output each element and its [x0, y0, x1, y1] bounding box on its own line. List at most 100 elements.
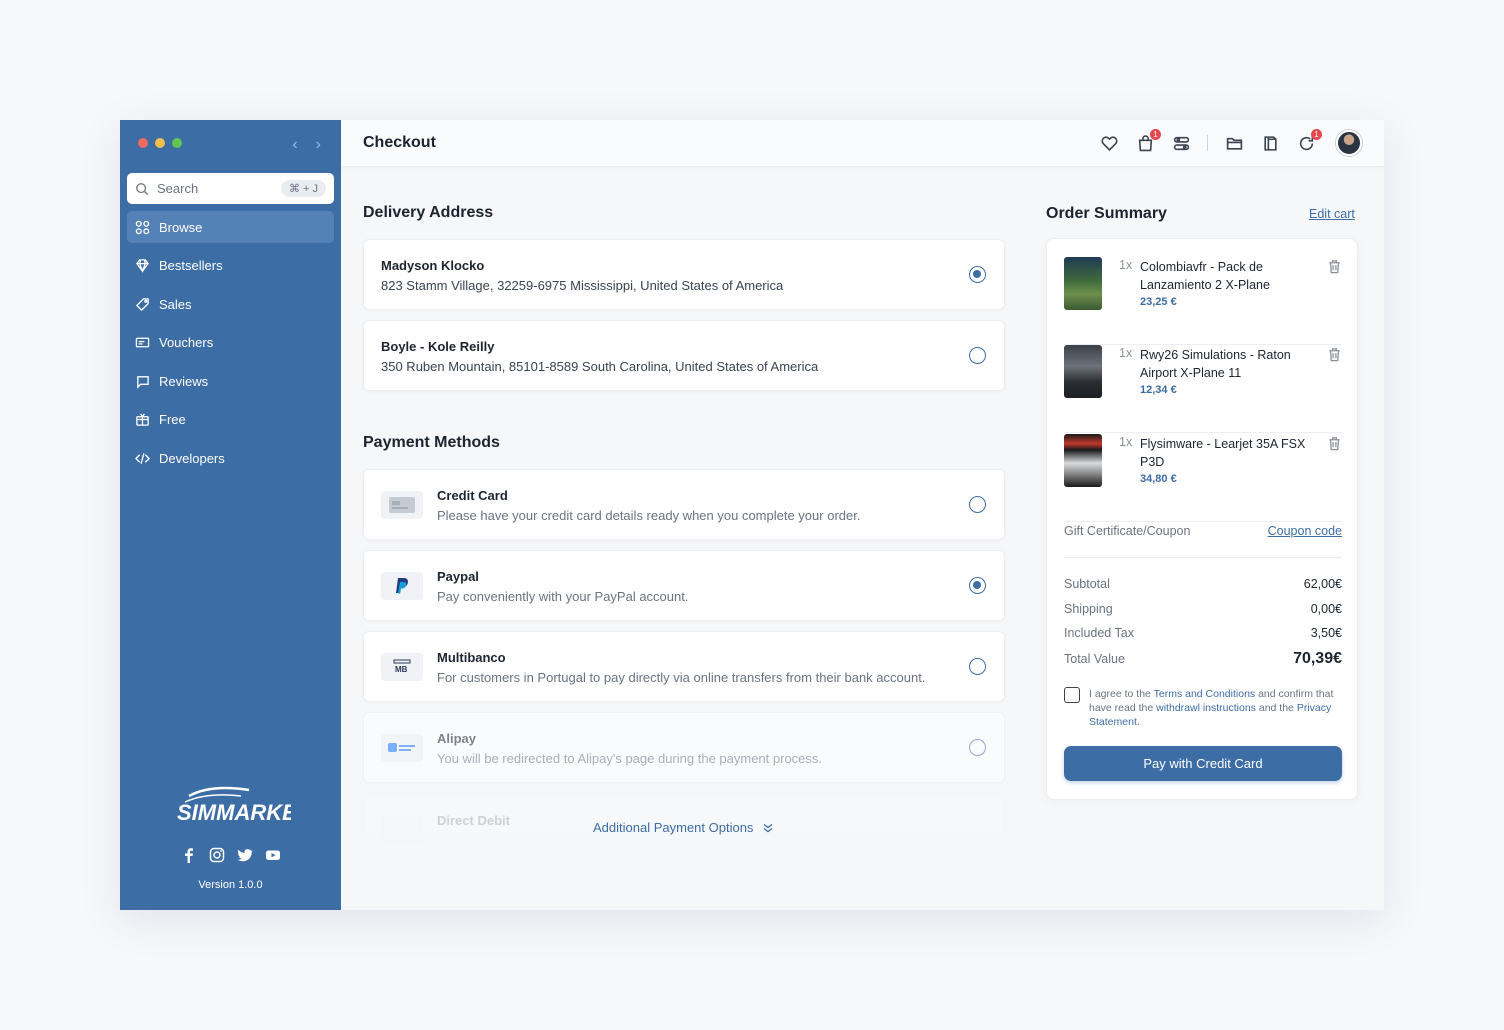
payment-option-multibanco[interactable]: MB Multibanco For customers in Portugal …: [363, 631, 1005, 702]
grid-icon: [135, 220, 150, 234]
terms-link[interactable]: Terms and Conditions: [1154, 688, 1256, 700]
additional-payment-options-button[interactable]: Additional Payment Options: [593, 820, 773, 835]
twitter-icon[interactable]: [237, 847, 253, 863]
code-icon: [135, 453, 150, 464]
coupon-label: Gift Certificate/Coupon: [1064, 524, 1191, 538]
updates-button[interactable]: 1: [1296, 129, 1322, 153]
back-arrow-icon[interactable]: ‹: [292, 136, 297, 154]
payment-radio[interactable]: [969, 658, 986, 675]
address-option[interactable]: Boyle - Kole Reilly 350 Ruben Mountain, …: [363, 320, 1005, 391]
payment-title: Alipay: [437, 731, 477, 746]
wishlist-button[interactable]: [1099, 133, 1119, 153]
address-name: Boyle - Kole Reilly: [381, 339, 495, 354]
order-summary-title: Order Summary: [1046, 205, 1167, 222]
sidebar-item-vouchers[interactable]: Vouchers: [127, 327, 334, 359]
top-bar: Checkout 1 1: [341, 120, 1384, 167]
youtube-icon[interactable]: [265, 847, 281, 863]
terms-text-part: .: [1136, 716, 1140, 728]
subtotal-row: Subtotal 62,00€: [1064, 577, 1342, 591]
remove-item-button[interactable]: [1327, 436, 1342, 456]
forward-arrow-icon[interactable]: ›: [316, 136, 321, 154]
sidebar-nav: Browse Bestsellers Sales Vouchers Review…: [127, 211, 334, 481]
product-thumbnail[interactable]: [1064, 257, 1102, 310]
tax-value: 3,50€: [1310, 626, 1342, 640]
item-quantity: 1x: [1119, 346, 1133, 360]
withdrawal-link[interactable]: withdrawl instructions: [1156, 702, 1256, 714]
close-window-button[interactable]: [138, 138, 148, 148]
wallet-icon: [1263, 135, 1277, 151]
payment-option-alipay[interactable]: Alipay You will be redirected to Alipay'…: [363, 712, 1005, 783]
cart-item: 1x Rwy26 Simulations - Raton Airport X-P…: [1064, 345, 1342, 433]
payment-radio[interactable]: [969, 739, 986, 756]
coupon-code-link[interactable]: Coupon code: [1268, 524, 1342, 538]
search-shortcut: ⌘ + J: [280, 180, 326, 197]
updates-badge: 1: [1311, 129, 1322, 140]
item-name[interactable]: Colombiavfr - Pack de Lanzamiento 2 X-Pl…: [1140, 258, 1315, 294]
payment-radio-selected[interactable]: [969, 577, 986, 594]
search-input[interactable]: Search ⌘ + J: [127, 173, 334, 204]
edit-cart-link[interactable]: Edit cart: [1309, 207, 1355, 221]
settings-button[interactable]: [1171, 133, 1191, 153]
bank-icon: [381, 816, 423, 844]
terms-agreement: I agree to the Terms and Conditions and …: [1064, 687, 1342, 729]
payment-title: Paypal: [437, 569, 479, 584]
trash-icon: [1329, 348, 1340, 362]
sidebar: ‹ › Search ⌘ + J Browse Bestsellers Sale…: [120, 120, 341, 910]
address-radio[interactable]: [969, 347, 986, 364]
item-price: 34,80 €: [1140, 473, 1177, 485]
voucher-icon: [135, 337, 150, 348]
address-option[interactable]: Madyson Klocko 823 Stamm Village, 32259-…: [363, 239, 1005, 310]
sidebar-item-browse[interactable]: Browse: [127, 211, 334, 243]
sidebar-item-label: Developers: [159, 451, 225, 467]
cart-badge: 1: [1150, 129, 1161, 140]
minimize-window-button[interactable]: [155, 138, 165, 148]
payment-desc: For customers in Portugal to pay directl…: [437, 670, 926, 685]
payment-option-credit-card[interactable]: Credit Card Please have your credit card…: [363, 469, 1005, 540]
search-icon: [136, 182, 149, 195]
item-name[interactable]: Flysimware - Learjet 35A FSX P3D: [1140, 435, 1315, 471]
terms-text-part: I agree to the: [1089, 688, 1154, 700]
sidebar-item-developers[interactable]: Developers: [127, 443, 334, 475]
multibanco-icon: MB: [381, 653, 423, 681]
sidebar-item-reviews[interactable]: Reviews: [127, 365, 334, 397]
library-button[interactable]: [1224, 133, 1244, 153]
subtotal-value: 62,00€: [1303, 577, 1342, 591]
instagram-icon[interactable]: [209, 847, 225, 863]
pay-button[interactable]: Pay with Credit Card: [1064, 746, 1342, 781]
gift-icon: [136, 413, 149, 427]
facebook-icon[interactable]: [181, 847, 197, 863]
cart-button[interactable]: 1: [1135, 129, 1161, 153]
item-name[interactable]: Rwy26 Simulations - Raton Airport X-Plan…: [1140, 346, 1315, 382]
terms-checkbox[interactable]: [1064, 687, 1080, 703]
simmarket-logo: SIMMARKET: [120, 782, 341, 831]
item-price: 23,25 €: [1140, 296, 1177, 308]
sidebar-item-sales[interactable]: Sales: [127, 288, 334, 320]
payment-option-paypal[interactable]: Paypal Pay conveniently with your PayPal…: [363, 550, 1005, 621]
item-quantity: 1x: [1119, 435, 1133, 449]
avatar[interactable]: [1336, 130, 1362, 156]
maximize-window-button[interactable]: [172, 138, 182, 148]
shipping-label: Shipping: [1064, 602, 1113, 616]
order-summary-card: 1x Colombiavfr - Pack de Lanzamiento 2 X…: [1046, 238, 1358, 800]
product-thumbnail[interactable]: [1064, 434, 1102, 487]
alipay-icon: [381, 734, 423, 762]
diamond-icon: [136, 259, 149, 274]
chevron-double-down-icon: [764, 823, 773, 832]
sidebar-item-bestsellers[interactable]: Bestsellers: [127, 250, 334, 282]
sidebar-item-free[interactable]: Free: [127, 404, 334, 436]
total-row: Total Value 70,39€: [1064, 650, 1342, 668]
wallet-button[interactable]: [1260, 133, 1280, 153]
sidebar-item-label: Vouchers: [159, 335, 214, 351]
address-line: 350 Ruben Mountain, 85101-8589 South Car…: [381, 359, 819, 374]
terms-text: I agree to the Terms and Conditions and …: [1089, 687, 1342, 729]
shipping-value: 0,00€: [1310, 602, 1342, 616]
coupon-row: Gift Certificate/Coupon Coupon code: [1064, 505, 1342, 558]
remove-item-button[interactable]: [1327, 259, 1342, 279]
payment-radio[interactable]: [969, 496, 986, 513]
remove-item-button[interactable]: [1327, 347, 1342, 367]
sidebar-item-label: Browse: [159, 219, 203, 235]
address-radio-selected[interactable]: [969, 266, 986, 283]
payment-desc: Pay conveniently with your PayPal accoun…: [437, 589, 689, 604]
product-thumbnail[interactable]: [1064, 345, 1102, 398]
payment-title: Multibanco: [437, 650, 506, 665]
